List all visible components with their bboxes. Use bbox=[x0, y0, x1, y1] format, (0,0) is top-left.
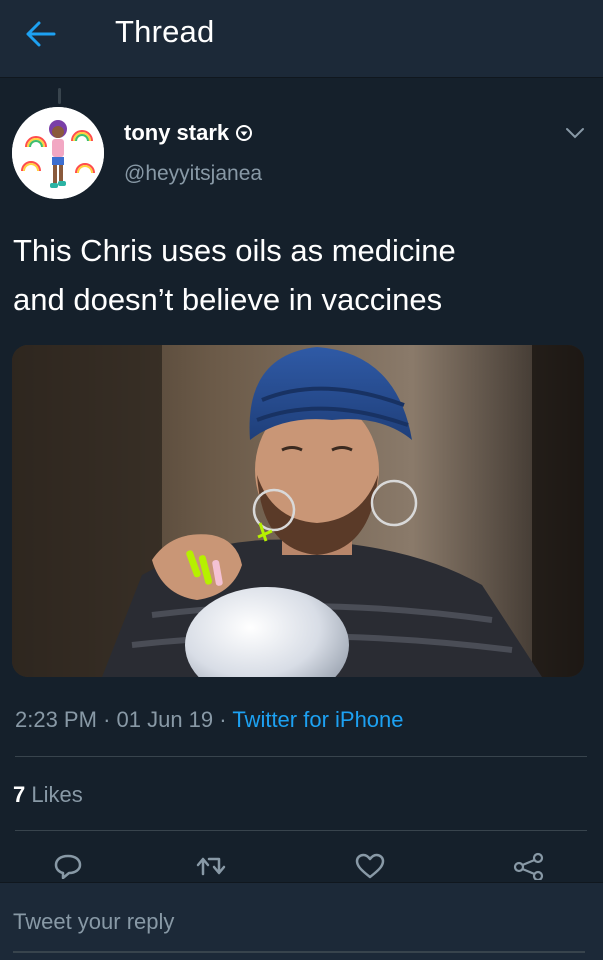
verified-badge-icon bbox=[236, 125, 253, 141]
tweet-text-line: and doesn’t believe in vaccines bbox=[13, 282, 443, 317]
tweet-date: 01 Jun 19 bbox=[116, 707, 214, 732]
chevron-down-icon bbox=[566, 128, 584, 139]
display-name-text: tony stark bbox=[124, 120, 230, 145]
reply-bar bbox=[0, 882, 603, 960]
tweet-timestamp: 2:23 PM · 01 Jun 19 · Twitter for iPhone bbox=[15, 707, 404, 733]
display-name[interactable]: tony stark bbox=[124, 120, 253, 146]
tweet-source-link[interactable]: Twitter for iPhone bbox=[232, 707, 403, 732]
top-bar: Thread bbox=[0, 0, 603, 78]
like-button[interactable] bbox=[350, 850, 390, 882]
reply-button[interactable] bbox=[48, 850, 88, 882]
tweet-image[interactable] bbox=[12, 345, 584, 677]
arrow-left-icon bbox=[26, 21, 56, 47]
likes-label: Likes bbox=[31, 782, 83, 807]
retweet-button[interactable] bbox=[192, 850, 232, 882]
divider bbox=[15, 830, 587, 831]
meta-separator: · bbox=[219, 707, 227, 732]
action-bar bbox=[0, 850, 603, 882]
photo-illustration bbox=[12, 345, 584, 677]
share-icon bbox=[513, 852, 544, 880]
tweet-text-line: This Chris uses oils as medicine bbox=[13, 233, 456, 268]
tweet-time: 2:23 PM bbox=[15, 707, 97, 732]
meta-separator: · bbox=[103, 707, 111, 732]
share-button[interactable] bbox=[508, 850, 548, 882]
reply-icon bbox=[54, 854, 82, 879]
retweet-icon bbox=[196, 857, 226, 876]
user-handle[interactable]: @heyyitsjanea bbox=[124, 162, 262, 186]
back-button[interactable] bbox=[20, 16, 60, 52]
page-title: Thread bbox=[115, 14, 215, 49]
likes-number: 7 bbox=[13, 782, 26, 807]
likes-count[interactable]: 7 Likes bbox=[13, 782, 83, 808]
reply-input[interactable] bbox=[13, 905, 585, 953]
divider bbox=[15, 756, 587, 757]
tweet-text: This Chris uses oils as medicine and doe… bbox=[13, 226, 588, 324]
like-icon bbox=[355, 853, 385, 879]
thread-connector bbox=[58, 88, 61, 104]
avatar[interactable] bbox=[12, 107, 104, 199]
more-options-button[interactable] bbox=[560, 118, 590, 148]
avatar-illustration bbox=[12, 107, 104, 199]
